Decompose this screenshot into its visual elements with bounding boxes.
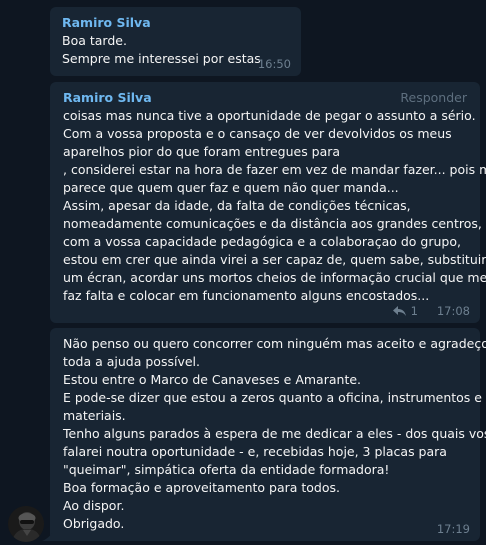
bubble-tail [42, 533, 52, 541]
message-text-line: Boa tarde. [62, 33, 127, 48]
message-text-line: estou em crer que ainda virei a ser capa… [63, 252, 486, 267]
message-bubble[interactable]: Ramiro Silva Boa tarde. Sempre me intere… [50, 7, 301, 76]
message-text-line: Estou entre o Marco de Canaveses e Amara… [63, 372, 362, 387]
message-text-line: Não penso ou quero concorrer com ninguém… [63, 336, 486, 351]
message-time: 17:08 [436, 304, 470, 318]
message-time: 17:19 [436, 522, 470, 536]
sender-name[interactable]: Ramiro Silva [62, 14, 289, 32]
message-text-line: materiais. [63, 408, 126, 423]
message-text-line: parece que quem quer faz e quem não quer… [63, 180, 399, 195]
message-text-line: coisas mas nunca tive a oportunidade de … [63, 108, 476, 123]
message-bubble[interactable]: Ramiro Silva Responder coisas mas nunca … [50, 82, 486, 323]
message-text-line: Sempre me interessei por estas [62, 51, 261, 66]
message-time: 16:50 [257, 57, 291, 71]
message-text-line: Boa formação e aproveitamento para todos… [63, 480, 341, 495]
message-bubble[interactable]: Não penso ou quero concorrer com ninguém… [50, 328, 486, 541]
message-text-line: Obrigado. [63, 516, 125, 531]
message-text-line: Com a vossa proposta e o cansaço de ver … [63, 126, 452, 141]
replies-indicator[interactable]: 1 [392, 304, 418, 318]
message-text-line: , considerei estar na hora de fazer em v… [63, 162, 486, 177]
message-text-line: Ao dispor. [63, 498, 125, 513]
message-text-line: um écran, acordar uns mortos cheios de i… [63, 270, 486, 285]
message-text-line: aparelhos pior do que foram entregues pa… [63, 144, 341, 159]
message-text-line: faz falta e colocar em funcionamento alg… [63, 288, 430, 303]
avatar[interactable] [8, 506, 44, 542]
reply-arrow-icon [392, 306, 406, 316]
reply-button[interactable]: Responder [400, 89, 467, 107]
message-text-line: falarei noutra oportunidade - e, recebid… [63, 444, 447, 459]
message-text-line: "queimar", simpática oferta da entidade … [63, 462, 390, 477]
message-text-line: Tenho alguns parados à espera de me dedi… [63, 426, 486, 441]
user-photo-icon [8, 506, 44, 542]
message-text-line: E pode-se dizer que estou a zeros quanto… [63, 390, 482, 405]
message-text-line: nomeadamente comunicações e da distância… [63, 216, 482, 231]
message-text-line: com a vossa capacidade pedagógica e a co… [63, 234, 461, 249]
reply-count: 1 [410, 304, 418, 318]
message-text-line: toda a ajuda possível. [63, 354, 200, 369]
message-text-line: Assim, apesar da idade, da falta de cond… [63, 198, 411, 213]
